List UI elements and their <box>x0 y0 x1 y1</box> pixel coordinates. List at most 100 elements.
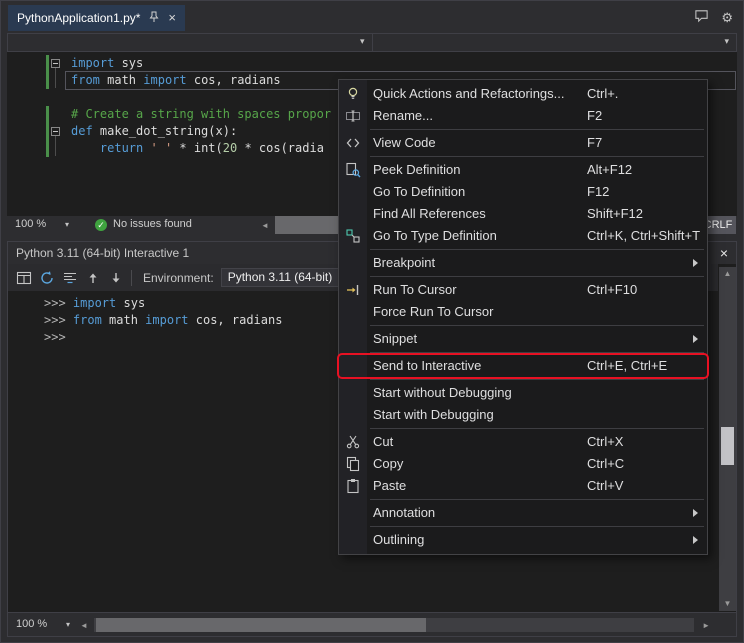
submenu-arrow-icon <box>693 509 698 517</box>
menu-item-label: Start with Debugging <box>373 407 494 422</box>
pin-icon[interactable] <box>148 11 160 26</box>
fold-collapse-icon[interactable] <box>51 127 60 136</box>
menu-item-label: Send to Interactive <box>373 358 481 373</box>
console-prompt: >>> <box>44 330 66 344</box>
code-token: import <box>143 73 186 87</box>
menu-item-send-to-interactive[interactable]: Send to Interactive Ctrl+E, Ctrl+E <box>339 355 707 377</box>
menu-separator <box>370 276 704 277</box>
reset-repl-icon[interactable] <box>39 270 55 286</box>
menu-separator <box>370 352 704 353</box>
console-token: from <box>73 313 102 327</box>
menu-item-start-without-debugging[interactable]: Start without Debugging <box>339 382 707 404</box>
menu-item-quick-actions[interactable]: Quick Actions and Refactorings... Ctrl+. <box>339 83 707 105</box>
menu-item-shortcut: Ctrl+K, Ctrl+Shift+T <box>587 225 700 247</box>
console-token: math <box>102 313 145 327</box>
code-token: * cos(radia <box>237 141 324 155</box>
code-token <box>143 141 150 155</box>
rename-icon <box>345 108 361 124</box>
chevron-down-icon[interactable]: ▾ <box>65 220 69 229</box>
close-panel-icon[interactable]: × <box>720 242 728 264</box>
panel-horizontal-scrollbar[interactable] <box>94 618 694 632</box>
clear-screen-icon[interactable] <box>62 270 78 286</box>
members-dropdown[interactable]: ▾ <box>372 34 737 51</box>
issues-message: No issues found <box>113 218 192 230</box>
menu-item-label: Annotation <box>373 505 435 520</box>
submenu-arrow-icon <box>693 259 698 267</box>
menu-item-label: Run To Cursor <box>373 282 457 297</box>
menu-separator <box>370 499 704 500</box>
editor-zoom-control[interactable]: 100 % <box>15 218 46 230</box>
menu-item-start-with-debugging[interactable]: Start with Debugging <box>339 404 707 426</box>
environment-label: Environment: <box>143 271 214 285</box>
scroll-up-icon[interactable]: ▲ <box>719 267 736 281</box>
menu-item-annotation[interactable]: Annotation <box>339 502 707 524</box>
menu-item-breakpoint[interactable]: Breakpoint <box>339 252 707 274</box>
menu-separator <box>370 129 704 130</box>
history-previous-icon[interactable] <box>85 270 101 286</box>
menu-separator <box>370 249 704 250</box>
menu-item-run-to-cursor[interactable]: Run To Cursor Ctrl+F10 <box>339 279 707 301</box>
menu-item-rename[interactable]: Rename... F2 <box>339 105 707 127</box>
code-token: sys <box>114 56 143 70</box>
issues-check-icon: ✓ <box>95 219 107 231</box>
menu-item-label: Start without Debugging <box>373 385 512 400</box>
cut-icon <box>345 434 361 450</box>
panel-vertical-scrollbar[interactable]: ▲ ▼ <box>719 267 736 611</box>
code-token: from <box>71 73 100 87</box>
chevron-down-icon[interactable]: ▾ <box>66 620 70 629</box>
menu-item-go-to-definition[interactable]: Go To Definition F12 <box>339 181 707 203</box>
menu-item-label: Quick Actions and Refactorings... <box>373 86 564 101</box>
gear-icon[interactable]: ⚙ <box>721 10 733 26</box>
types-dropdown[interactable]: ▾ <box>8 34 372 51</box>
menu-item-go-to-type-definition[interactable]: Go To Type Definition Ctrl+K, Ctrl+Shift… <box>339 225 707 247</box>
panel-zoom-control[interactable]: 100 % <box>16 618 47 630</box>
menu-item-view-code[interactable]: View Code F7 <box>339 132 707 154</box>
menu-item-shortcut: Ctrl+C <box>587 453 624 475</box>
menu-item-peek-definition[interactable]: Peek Definition Alt+F12 <box>339 159 707 181</box>
menu-item-label: Outlining <box>373 532 424 547</box>
menu-item-cut[interactable]: Cut Ctrl+X <box>339 431 707 453</box>
menu-item-shortcut: Ctrl+. <box>587 83 618 105</box>
chevron-down-icon: ▾ <box>360 36 365 47</box>
feedback-icon[interactable] <box>694 8 709 28</box>
menu-item-label: Find All References <box>373 206 486 221</box>
editor-navigation-bar: ▾ ▾ <box>7 33 737 52</box>
tab-pythonapplication1[interactable]: PythonApplication1.py* × <box>8 5 185 31</box>
menu-item-label: Snippet <box>373 331 417 346</box>
history-next-icon[interactable] <box>108 270 124 286</box>
menu-item-shortcut: Shift+F12 <box>587 203 643 225</box>
code-token: 20 <box>223 141 237 155</box>
menu-item-shortcut: F7 <box>587 132 602 154</box>
scroll-right-icon[interactable]: ► <box>702 621 710 630</box>
code-token: # Create a string with spaces propor <box>71 107 331 121</box>
submenu-arrow-icon <box>693 335 698 343</box>
menu-item-label: Peek Definition <box>373 162 460 177</box>
menu-item-snippet[interactable]: Snippet <box>339 328 707 350</box>
menu-item-force-run-to-cursor[interactable]: Force Run To Cursor <box>339 301 707 323</box>
console-prompt: >>> <box>44 313 73 327</box>
menu-item-outlining[interactable]: Outlining <box>339 529 707 551</box>
interactive-options-icon[interactable] <box>16 270 32 286</box>
scrollbar-thumb[interactable] <box>721 427 734 465</box>
scroll-down-icon[interactable]: ▼ <box>719 597 736 611</box>
code-token: * int( <box>172 141 223 155</box>
scrollbar-thumb[interactable] <box>96 618 426 632</box>
vs-window: PythonApplication1.py* × ⚙ ▾ ▾ <box>0 0 744 643</box>
fold-collapse-icon[interactable] <box>51 59 60 68</box>
menu-item-shortcut: Ctrl+X <box>587 431 623 453</box>
scroll-left-icon[interactable]: ◄ <box>261 221 269 230</box>
code-token <box>71 141 100 155</box>
code-token: import <box>71 56 114 70</box>
menu-item-copy[interactable]: Copy Ctrl+C <box>339 453 707 475</box>
lightbulb-icon <box>345 86 361 102</box>
code-token: math <box>100 73 143 87</box>
menu-item-shortcut: Ctrl+V <box>587 475 623 497</box>
close-tab-icon[interactable]: × <box>168 12 176 24</box>
menu-item-paste[interactable]: Paste Ctrl+V <box>339 475 707 497</box>
code-line: import sys <box>7 55 737 72</box>
menu-item-find-all-references[interactable]: Find All References Shift+F12 <box>339 203 707 225</box>
menu-item-shortcut: Ctrl+E, Ctrl+E <box>587 355 667 377</box>
copy-icon <box>345 456 361 472</box>
menu-item-label: View Code <box>373 135 436 150</box>
scroll-left-icon[interactable]: ◄ <box>80 621 88 630</box>
